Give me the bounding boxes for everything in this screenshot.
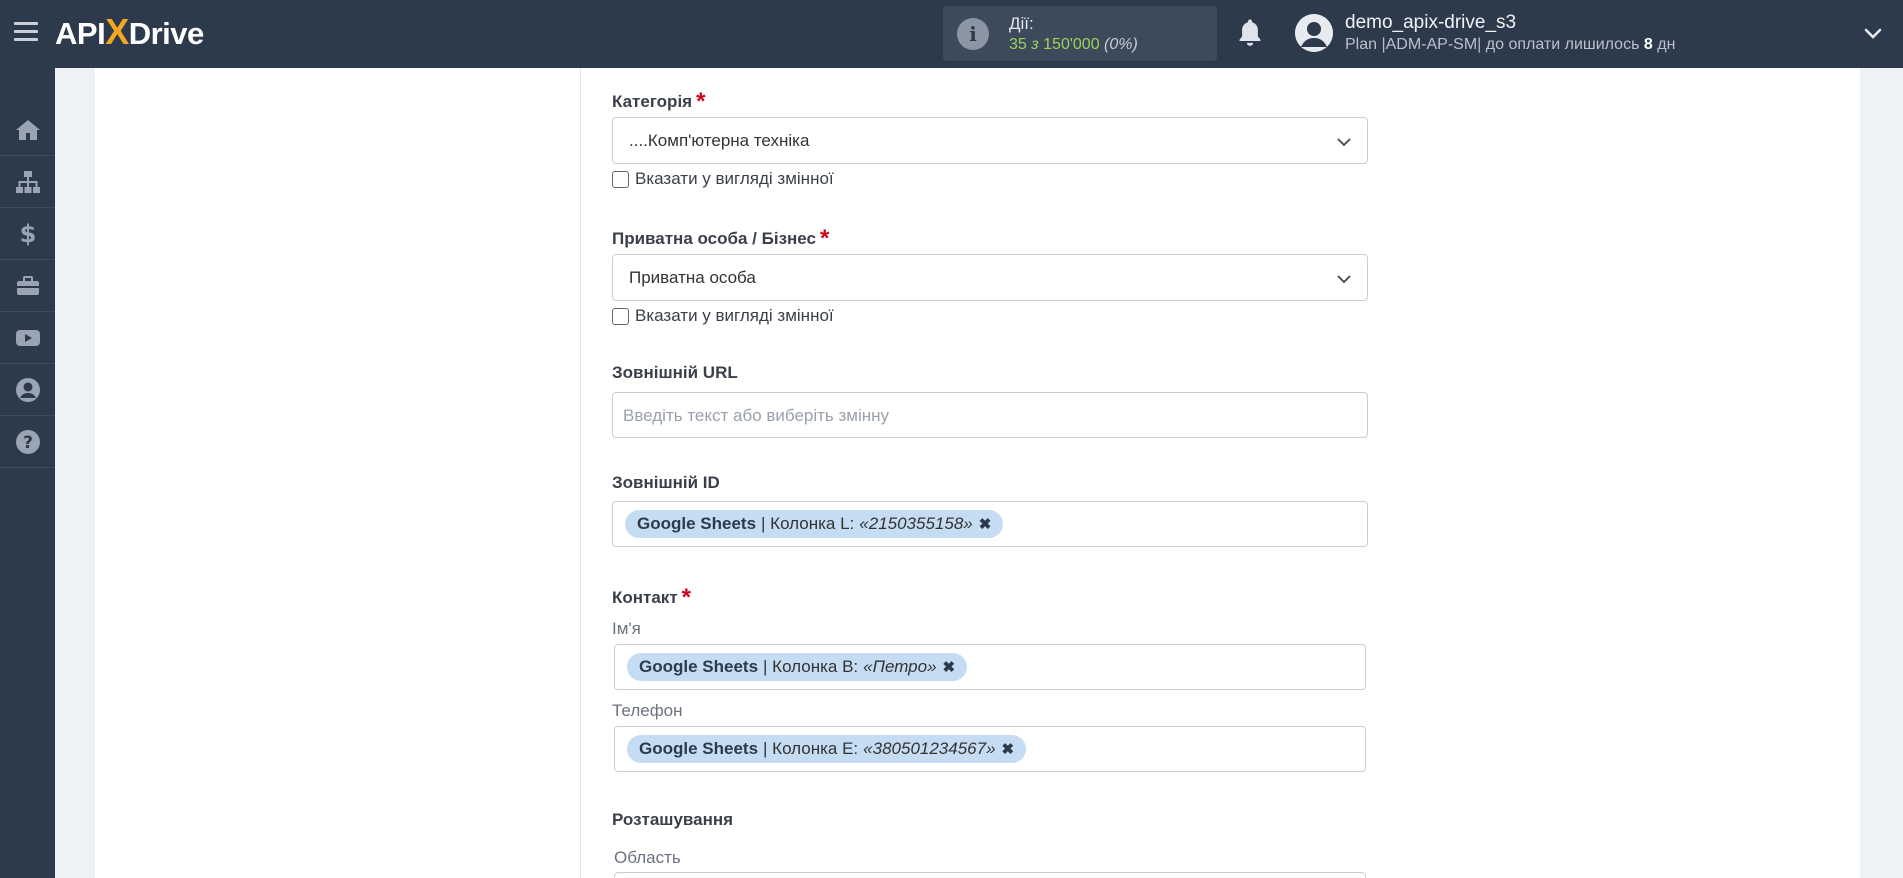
external-id-input[interactable]: Google Sheets | Колонка L: «2150355158» ✖	[612, 501, 1368, 547]
sidebar-item-help[interactable]: ?	[0, 416, 55, 468]
actions-label: Дії:	[1009, 14, 1034, 33]
dollar-icon: $	[19, 220, 36, 248]
person-business-value: Приватна особа	[629, 268, 756, 287]
contact-label: Контакт *	[612, 584, 691, 611]
right-gutter	[1860, 68, 1903, 878]
user-plan: Plan |ADM-AP-SM| до оплати лишилось 8 дн	[1345, 36, 1676, 53]
sidebar-item-billing[interactable]: $	[0, 208, 55, 260]
avatar[interactable]	[1295, 14, 1333, 52]
sidebar: $ ?	[0, 68, 55, 878]
checkbox[interactable]	[612, 170, 629, 188]
person-business-variable-checkbox[interactable]: Вказати у вигляді змінної	[612, 305, 834, 327]
bell-icon[interactable]	[1235, 17, 1265, 49]
menu-icon[interactable]	[14, 22, 38, 42]
location-label: Розташування	[612, 810, 734, 829]
svg-text:$: $	[19, 220, 36, 248]
external-id-label: Зовнішній ID	[612, 473, 720, 492]
checkbox[interactable]	[612, 307, 629, 325]
region-input[interactable]	[614, 872, 1366, 878]
contact-name-input[interactable]: Google Sheets | Колонка B: «Петро» ✖	[614, 644, 1366, 690]
chevron-down-icon	[1337, 138, 1351, 147]
top-bar: APIXDrive i Дії: 35 з 150'000 (0%) demo_…	[0, 0, 1903, 68]
home-icon	[15, 119, 40, 140]
chevron-down-icon[interactable]	[1862, 22, 1884, 44]
region-label: Область	[614, 848, 681, 867]
external-url-placeholder: Введіть текст або виберіть змінну	[623, 406, 890, 425]
user-circle-icon	[15, 377, 40, 402]
category-variable-checkbox[interactable]: Вказати у вигляді змінної	[612, 168, 834, 190]
person-business-label: Приватна особа / Бізнес *	[612, 225, 830, 252]
actions-count: 35 з 150'000 (0%)	[1009, 36, 1138, 53]
info-icon: i	[957, 18, 989, 50]
sidebar-item-video[interactable]	[0, 312, 55, 364]
briefcase-icon	[16, 275, 39, 295]
sidebar-item-home[interactable]	[0, 104, 55, 156]
sidebar-item-connections[interactable]	[0, 156, 55, 208]
external-url-label: Зовнішній URL	[612, 363, 738, 382]
category-value: ....Комп'ютерна техніка	[629, 131, 810, 150]
chevron-down-icon	[1337, 275, 1351, 284]
svg-text:?: ?	[23, 433, 33, 453]
external-url-input[interactable]: Введіть текст або виберіть змінну	[612, 392, 1368, 438]
category-select[interactable]: ....Комп'ютерна техніка	[612, 117, 1368, 164]
remove-tag-icon[interactable]: ✖	[1002, 740, 1015, 758]
variable-tag: Google Sheets | Колонка E: «380501234567» ✖	[627, 735, 1027, 763]
sidebar-item-tools[interactable]	[0, 260, 55, 312]
sitemap-icon	[15, 170, 40, 193]
contact-name-label: Ім'я	[612, 619, 641, 638]
remove-tag-icon[interactable]: ✖	[943, 658, 956, 676]
variable-tag: Google Sheets | Колонка B: «Петро» ✖	[627, 653, 968, 681]
variable-tag: Google Sheets | Колонка L: «2150355158» ✖	[625, 510, 1004, 538]
youtube-icon	[15, 329, 40, 346]
actions-counter: i Дії: 35 з 150'000 (0%)	[943, 6, 1217, 61]
apix-drive-logo[interactable]: APIXDrive	[55, 12, 204, 52]
sidebar-item-account[interactable]	[0, 364, 55, 416]
contact-phone-label: Телефон	[612, 701, 683, 720]
remove-tag-icon[interactable]: ✖	[979, 515, 992, 533]
category-label: Категорія *	[612, 88, 706, 115]
help-icon: ?	[15, 429, 40, 454]
person-business-select[interactable]: Приватна особа	[612, 254, 1368, 301]
contact-phone-input[interactable]: Google Sheets | Колонка E: «380501234567» ✖	[614, 726, 1366, 772]
user-name[interactable]: demo_apix-drive_s3	[1345, 12, 1516, 34]
